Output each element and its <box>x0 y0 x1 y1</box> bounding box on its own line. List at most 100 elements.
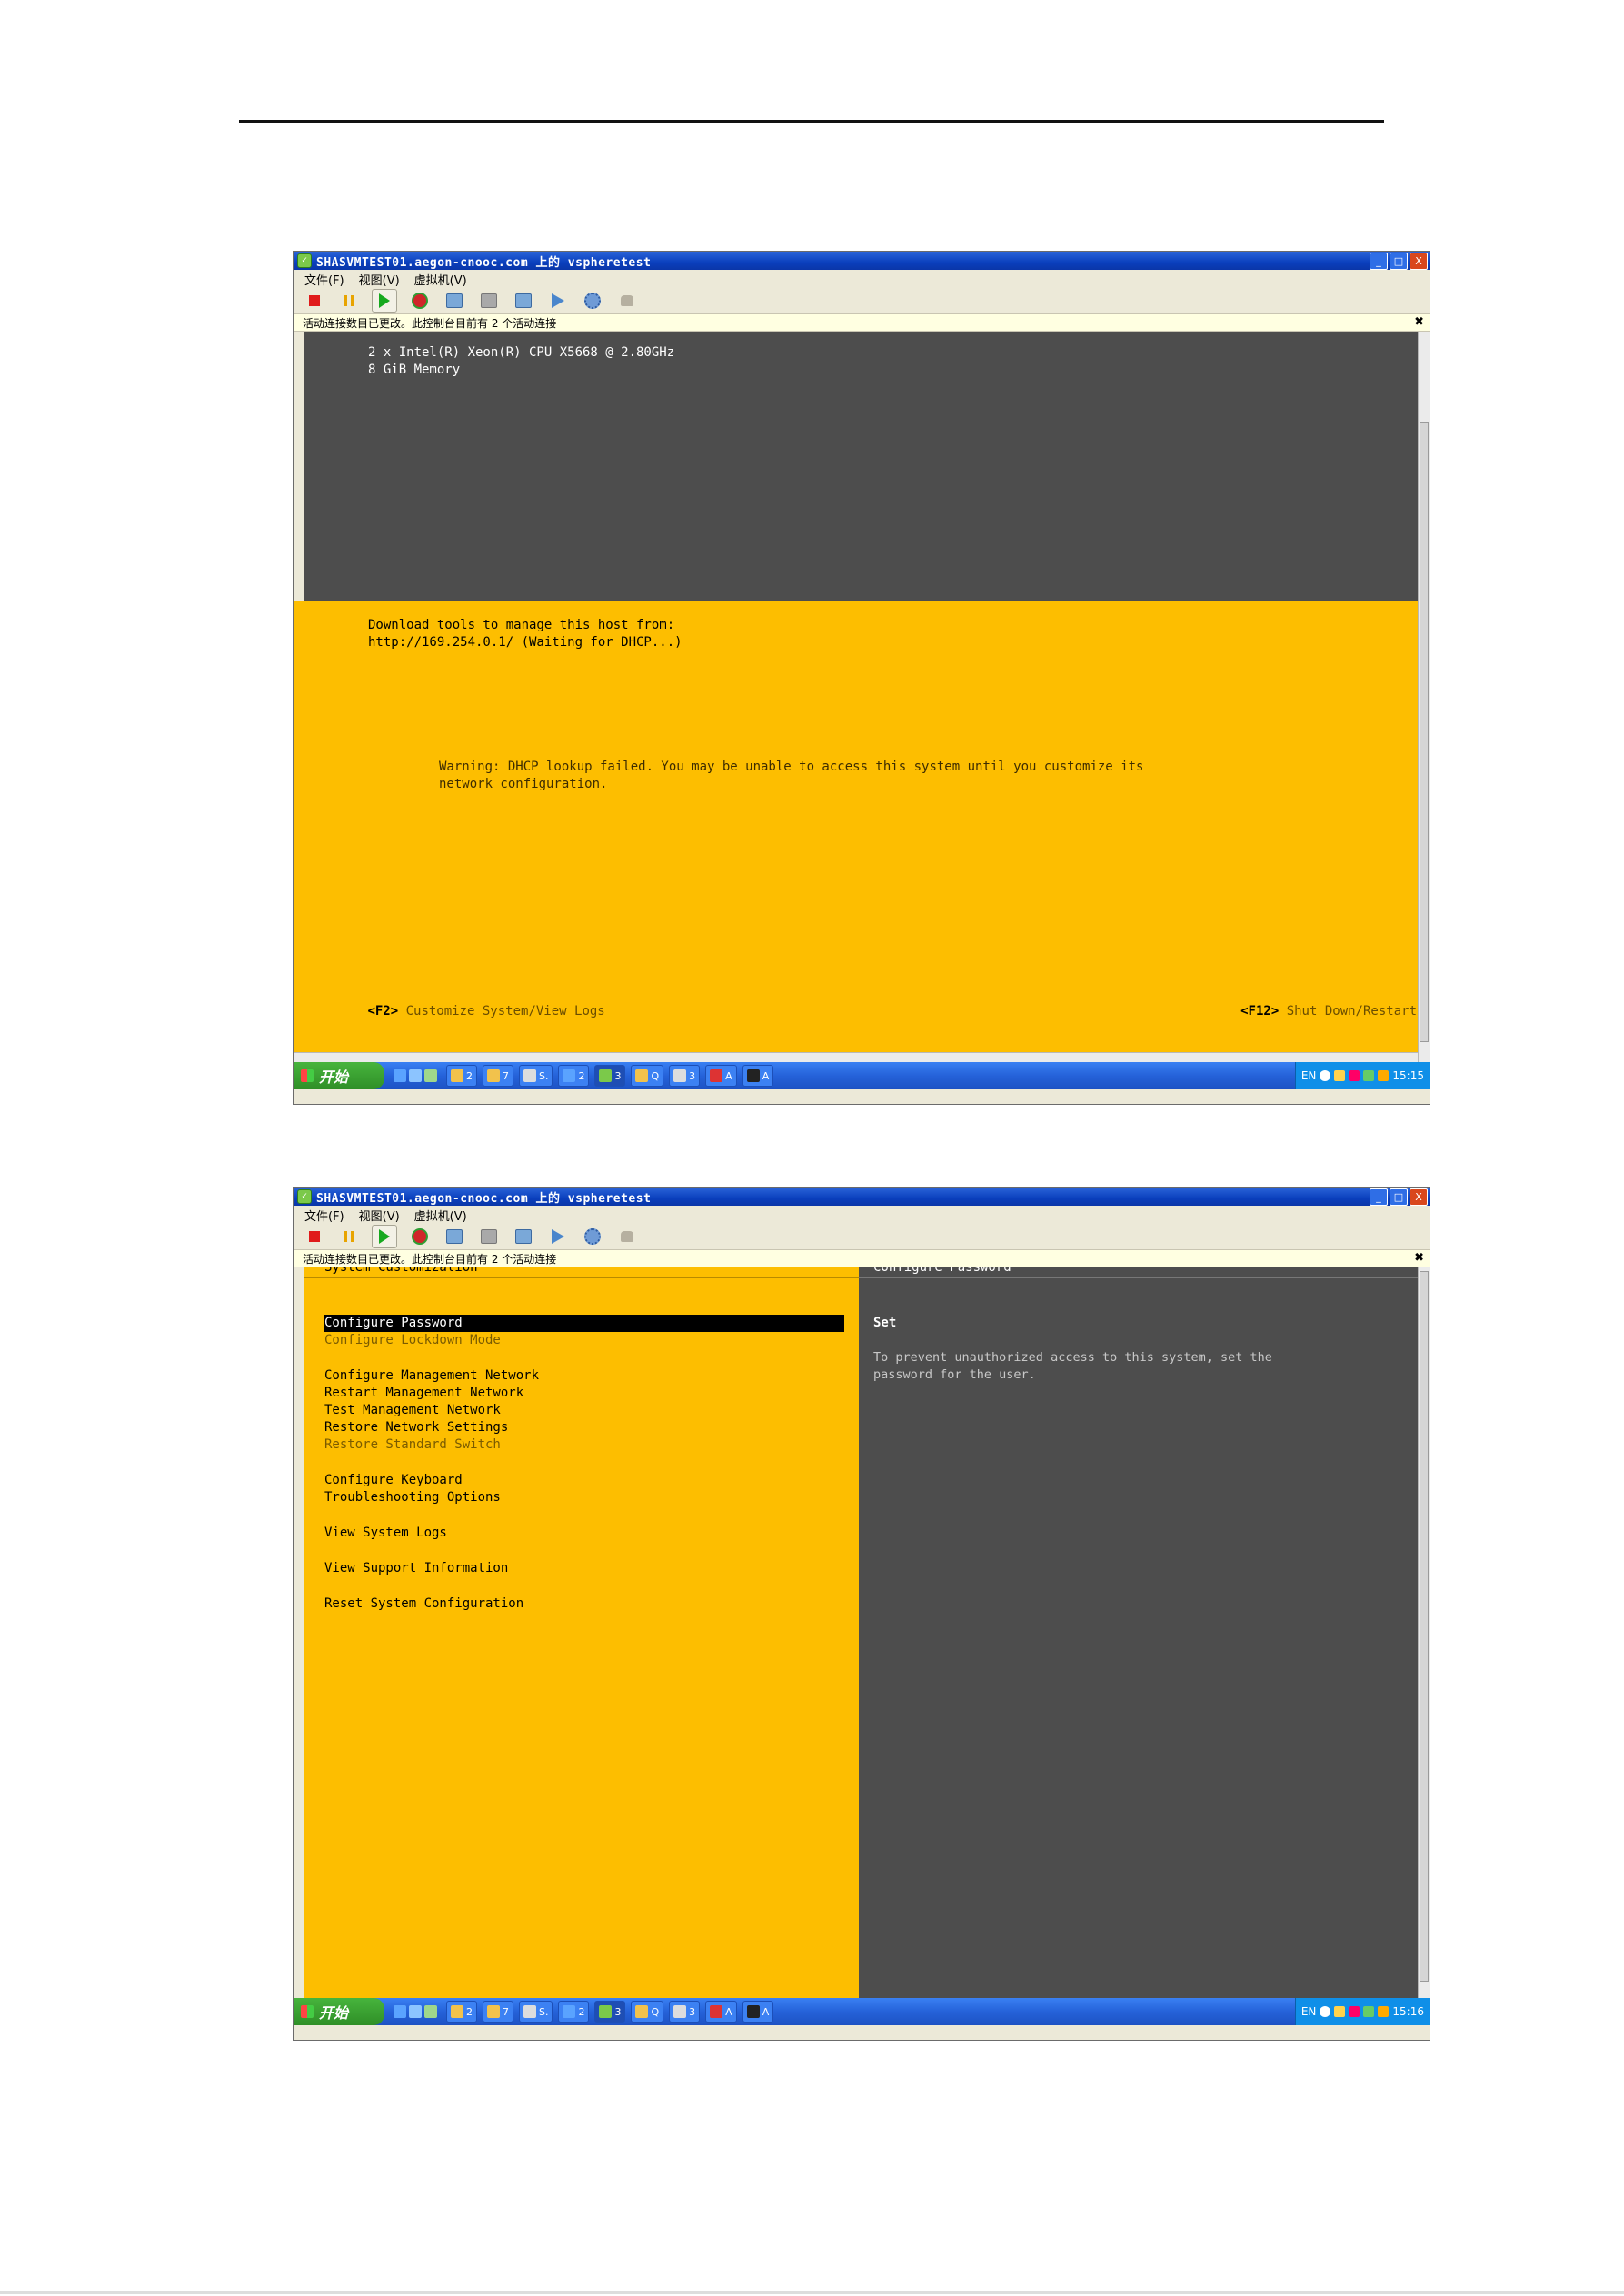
minimize-button[interactable]: _ <box>1370 253 1388 270</box>
menu-configure-management-network[interactable]: Configure Management Network <box>324 1367 539 1385</box>
taskbar-btn-7[interactable]: 3 <box>669 2001 701 2023</box>
revert-snapshot-button[interactable] <box>477 1226 501 1247</box>
menu-troubleshooting-options[interactable]: Troubleshooting Options <box>324 1489 501 1506</box>
f12-hint[interactable]: <F12> Shut Down/Restart <box>1180 986 1417 1038</box>
tray-icon-a[interactable] <box>1334 2006 1346 2017</box>
close-notification-icon[interactable]: ✖ <box>1414 315 1424 329</box>
tray-icon-c[interactable] <box>1363 1070 1375 1081</box>
send-keys-button[interactable] <box>546 290 570 312</box>
taskbar-btn-9[interactable]: A <box>742 2001 774 2023</box>
tray-icon-d[interactable] <box>1378 2006 1390 2017</box>
menu-view-support-information[interactable]: View Support Information <box>324 1560 508 1577</box>
menu-file[interactable]: 文件(F) <box>304 1207 344 1224</box>
reset-button[interactable] <box>408 290 432 312</box>
system-tray: EN 15:15 <box>1294 1062 1430 1089</box>
tray-icon-c[interactable] <box>1363 2006 1375 2017</box>
quicklaunch-ie[interactable] <box>390 2002 441 2022</box>
scrollbar-thumb[interactable] <box>1420 422 1429 1042</box>
send-keys-button[interactable] <box>546 1226 570 1247</box>
taskbar-btn-3[interactable]: S. <box>519 1065 553 1087</box>
taskbar-btn-6[interactable]: Q <box>631 1065 664 1087</box>
panel-header-left: System Customization <box>324 1267 478 1275</box>
menu-test-management-network[interactable]: Test Management Network <box>324 1402 501 1419</box>
scrollbar-thumb[interactable] <box>1420 1271 1429 1982</box>
tray-arrow-icon[interactable] <box>1320 1070 1331 1081</box>
console-screen-1[interactable]: 2 x Intel(R) Xeon(R) CPU X5668 @ 2.80GHz… <box>294 332 1430 1062</box>
tray-icon-b[interactable] <box>1349 1070 1360 1081</box>
reset-button[interactable] <box>408 1226 432 1247</box>
folder-icon <box>487 2005 500 2018</box>
vertical-scrollbar[interactable] <box>1418 332 1430 1062</box>
notification-text: 活动连接数目已更改。此控制台目前有 2 个活动连接 <box>303 1252 557 1266</box>
snapshot-button[interactable] <box>443 290 466 312</box>
menu-view[interactable]: 视图(V) <box>359 271 400 288</box>
taskbar-btn-7[interactable]: 3 <box>669 1065 701 1087</box>
minimize-button[interactable]: _ <box>1370 1188 1388 1206</box>
taskbar-btn-3[interactable]: S. <box>519 2001 553 2023</box>
taskbar-btn-1[interactable]: 2 <box>446 1065 477 1087</box>
tray-icon-d[interactable] <box>1378 1070 1390 1081</box>
menu-vm[interactable]: 虚拟机(V) <box>414 271 467 288</box>
taskbar-btn-1[interactable]: 2 <box>446 2001 477 2023</box>
start-button[interactable]: 开始 <box>294 1062 384 1089</box>
menu-configure-keyboard[interactable]: Configure Keyboard <box>324 1472 463 1489</box>
menu-view[interactable]: 视图(V) <box>359 1207 400 1224</box>
snapshot-manager-button[interactable] <box>512 290 535 312</box>
vm-settings-button[interactable] <box>581 290 604 312</box>
taskbar-btn-4[interactable]: 2 <box>558 2001 590 2023</box>
power-on-button[interactable] <box>372 1225 397 1248</box>
tray-lang[interactable]: EN <box>1301 2005 1317 2018</box>
taskbar-btn-5[interactable]: 3 <box>594 1065 626 1087</box>
taskbar-btn-2[interactable]: 7 <box>483 1065 513 1087</box>
suspend-button[interactable] <box>337 1226 361 1247</box>
revert-snapshot-button[interactable] <box>477 290 501 312</box>
quicklaunch-ie[interactable] <box>390 1066 441 1086</box>
tray-icon-a[interactable] <box>1334 1070 1346 1081</box>
power-off-button[interactable] <box>303 290 326 312</box>
taskbar-btn-4[interactable]: 2 <box>558 1065 590 1087</box>
maximize-button[interactable]: □ <box>1390 253 1408 270</box>
menu-view-system-logs[interactable]: View System Logs <box>324 1525 447 1542</box>
vm-settings-button[interactable] <box>581 1226 604 1247</box>
snapshot-button[interactable] <box>443 1226 466 1247</box>
taskbar-btn-8[interactable]: A <box>705 2001 737 2023</box>
dhcp-warning-line2: network configuration. <box>439 777 608 791</box>
tray-lang[interactable]: EN <box>1301 1069 1317 1082</box>
snapshot-icon <box>446 1229 463 1244</box>
menu-restart-management-network[interactable]: Restart Management Network <box>324 1385 523 1402</box>
close-notification-icon[interactable]: ✖ <box>1414 1251 1424 1265</box>
hscroll-bar[interactable] <box>294 1052 1419 1062</box>
tray-arrow-icon[interactable] <box>1320 2006 1331 2017</box>
connect-devices-button[interactable] <box>615 290 639 312</box>
maximize-button[interactable]: □ <box>1390 1188 1408 1206</box>
tray-icon-b[interactable] <box>1349 2006 1360 2017</box>
taskbar-btn-5[interactable]: 3 <box>594 2001 626 2023</box>
window-titlebar[interactable]: ✓ SHASVMTEST01.aegon-cnooc.com 上的 vspher… <box>294 1188 1430 1206</box>
menu-file[interactable]: 文件(F) <box>304 271 344 288</box>
menu-reset-system-configuration[interactable]: Reset System Configuration <box>324 1595 523 1613</box>
menu-configure-lockdown-mode[interactable]: Configure Lockdown Mode <box>324 1332 501 1349</box>
snapshot-manager-button[interactable] <box>512 1226 535 1247</box>
window-controls: _ □ X <box>1370 253 1428 270</box>
menu-restore-network-settings[interactable]: Restore Network Settings <box>324 1419 508 1436</box>
taskbar-btn-9[interactable]: A <box>742 1065 774 1087</box>
close-button[interactable]: X <box>1410 1188 1428 1206</box>
suspend-button[interactable] <box>337 290 361 312</box>
power-on-button[interactable] <box>372 289 397 313</box>
notification-text: 活动连接数目已更改。此控制台目前有 2 个活动连接 <box>303 316 557 330</box>
menu-restore-standard-switch[interactable]: Restore Standard Switch <box>324 1436 501 1454</box>
vertical-scrollbar[interactable] <box>1418 1267 1430 1998</box>
power-off-button[interactable] <box>303 1226 326 1247</box>
taskbar-btn-6[interactable]: Q <box>631 2001 664 2023</box>
f2-hint[interactable]: <F2> Customize System/View Logs <box>306 986 604 1038</box>
start-button[interactable]: 开始 <box>294 1998 384 2025</box>
connect-devices-button[interactable] <box>615 1226 639 1247</box>
taskbar-btn-2[interactable]: 7 <box>483 2001 513 2023</box>
console-screen-2[interactable]: System Customization Configure Password … <box>294 1267 1430 1998</box>
close-button[interactable]: X <box>1410 253 1428 270</box>
menu-vm[interactable]: 虚拟机(V) <box>414 1207 467 1224</box>
tray-clock: 15:15 <box>1392 1069 1424 1082</box>
menu-configure-password[interactable]: Configure Password <box>324 1315 844 1332</box>
taskbar-btn-8[interactable]: A <box>705 1065 737 1087</box>
window-titlebar[interactable]: ✓ SHASVMTEST01.aegon-cnooc.com 上的 vspher… <box>294 252 1430 270</box>
